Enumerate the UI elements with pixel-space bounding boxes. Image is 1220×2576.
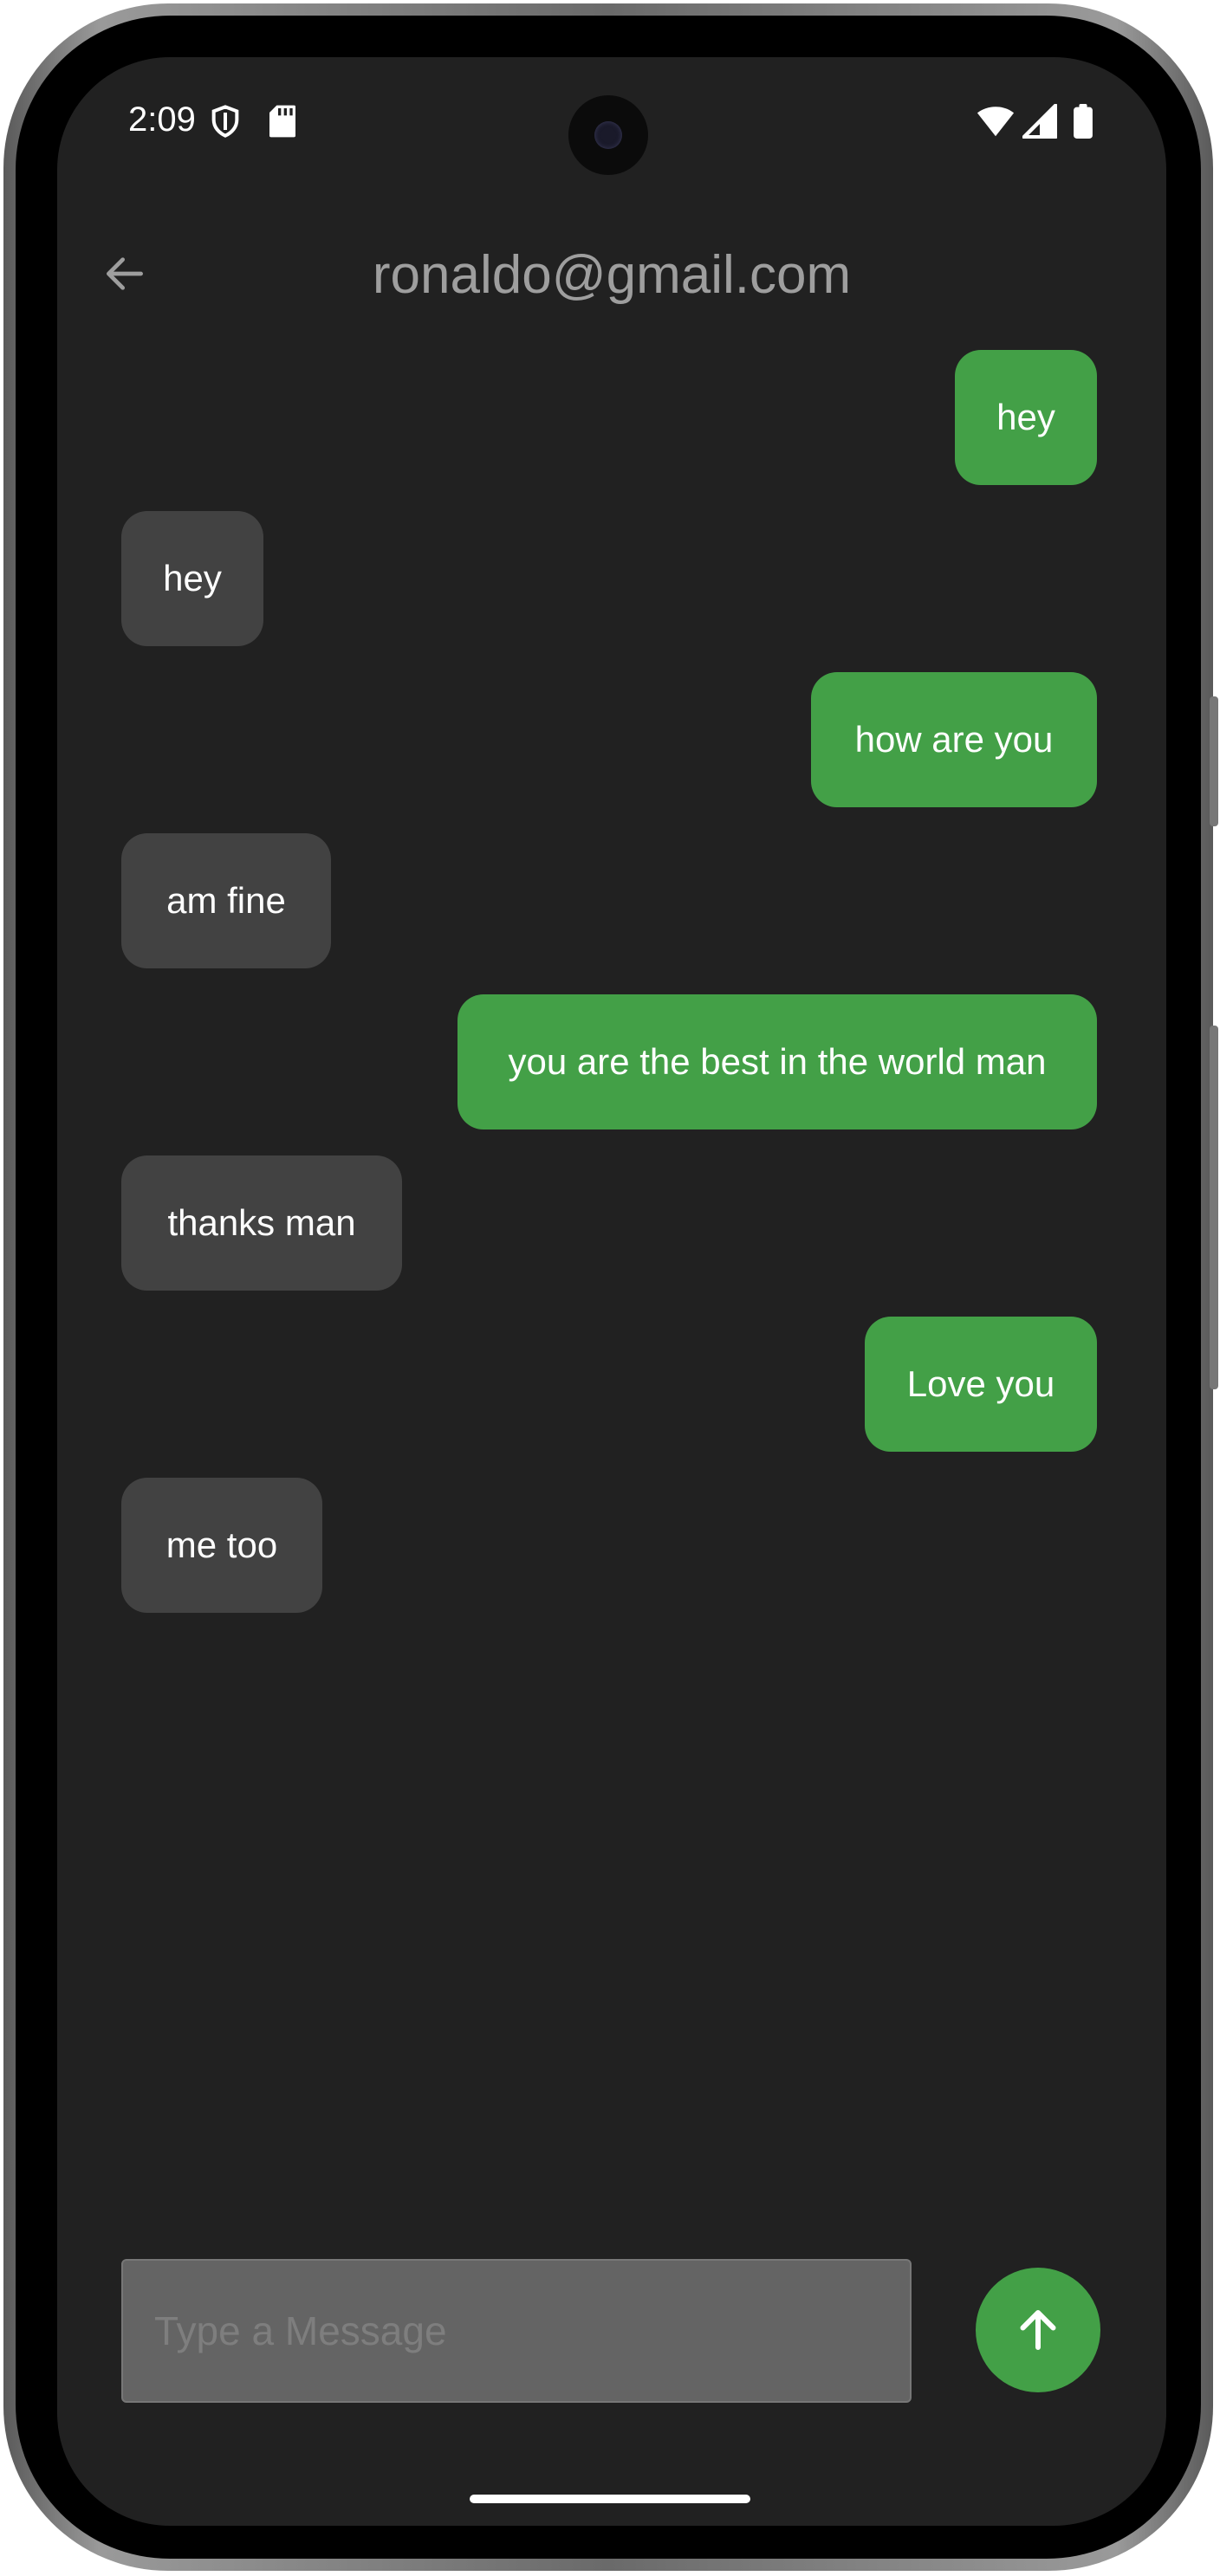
app-bar: ronaldo@gmail.com [57,222,1166,326]
message-bubble-received[interactable]: me too [121,1478,322,1613]
battery-icon [1073,104,1093,143]
home-indicator[interactable] [470,2495,750,2503]
message-bubble-sent[interactable]: how are you [811,672,1097,807]
status-time: 2:09 [128,100,196,139]
send-button[interactable] [976,2268,1100,2392]
app-screen: 2:09 ronaldo@gmail.com hey hey how are y… [57,57,1166,2526]
message-input[interactable] [123,2261,910,2401]
message-input-container [121,2259,912,2403]
arrow-up-icon [1020,2310,1056,2350]
message-bubble-received[interactable]: thanks man [121,1155,402,1291]
phone-volume-button [1210,696,1218,826]
message-bubble-sent[interactable]: Love you [865,1317,1097,1452]
message-bubble-sent[interactable]: hey [955,350,1097,485]
phone-power-button [1210,1026,1218,1389]
shield-icon [208,104,243,143]
phone-frame: 2:09 ronaldo@gmail.com hey hey how are y… [3,3,1218,2571]
wifi-icon [976,104,1016,143]
message-bubble-received[interactable]: hey [121,511,263,646]
signal-icon [1022,103,1058,143]
sd-card-icon [267,104,298,143]
chat-title: ronaldo@gmail.com [372,245,852,305]
camera-lens [594,121,622,149]
front-camera [568,95,648,175]
message-bubble-received[interactable]: am fine [121,833,331,968]
message-bubble-sent[interactable]: you are the best in the world man [458,994,1097,1129]
